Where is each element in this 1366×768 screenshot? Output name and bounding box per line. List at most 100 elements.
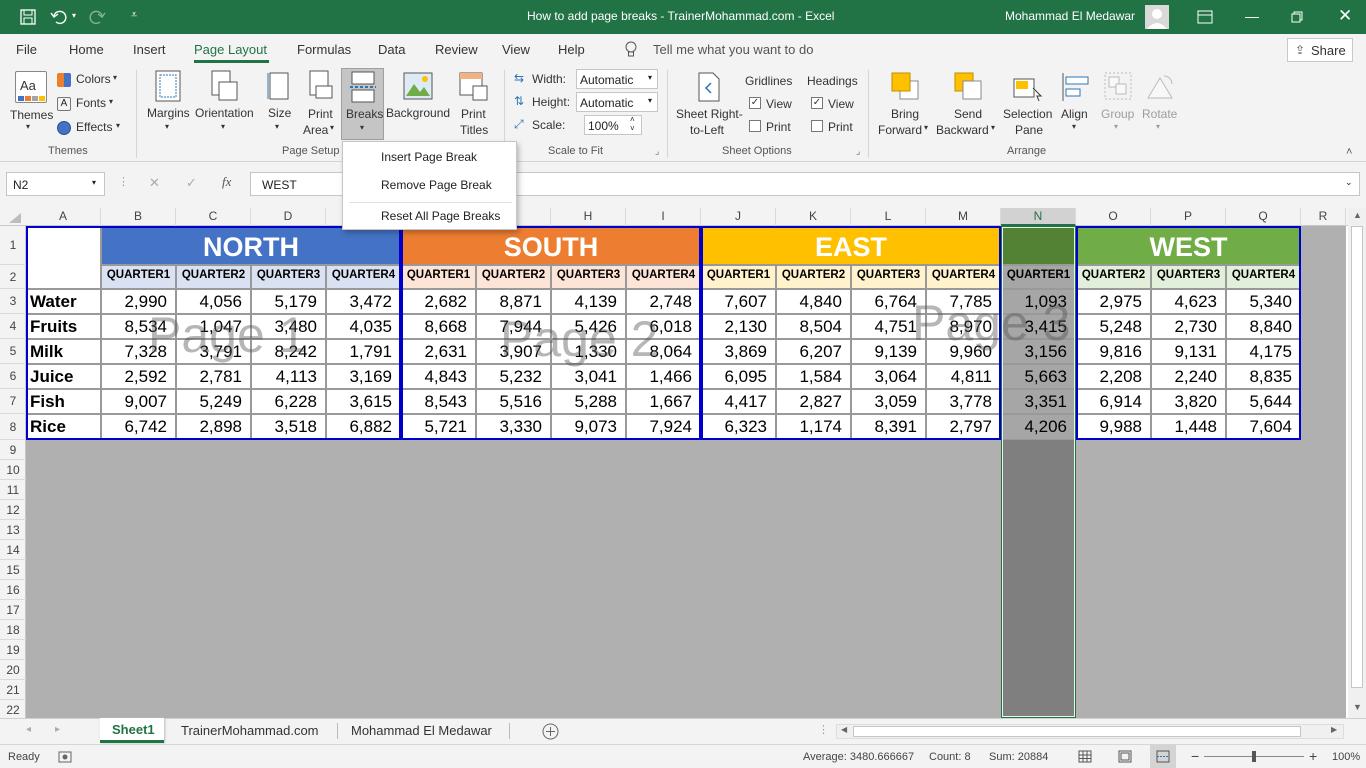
product-label[interactable]: Fish (26, 389, 101, 414)
row-header-5[interactable]: 5 (0, 339, 26, 364)
quarter-header[interactable]: QUARTER4 (926, 265, 1001, 289)
table-cell[interactable]: 2,240 (1151, 364, 1226, 389)
product-label[interactable]: Juice (26, 364, 101, 389)
column-header-m[interactable]: M (926, 208, 1001, 226)
tell-me-search[interactable]: Tell me what you want to do (653, 42, 813, 57)
table-cell[interactable]: 8,391 (851, 414, 926, 440)
headings-print-checkbox[interactable] (811, 120, 823, 132)
table-cell[interactable]: 4,035 (326, 314, 401, 339)
column-header-b[interactable]: B (101, 208, 176, 226)
row-header-6[interactable]: 6 (0, 364, 26, 389)
table-cell[interactable]: 4,206 (1001, 414, 1076, 440)
column-header-l[interactable]: L (851, 208, 926, 226)
sheet-tab-mohammad-el-medawar[interactable]: Mohammad El Medawar (351, 723, 492, 738)
redo-icon[interactable] (88, 9, 106, 25)
gridlines-view-checkbox[interactable]: ✓ (749, 97, 761, 109)
table-cell[interactable]: 6,228 (251, 389, 326, 414)
product-label[interactable]: Water (26, 289, 101, 314)
column-header-n[interactable]: N (1001, 208, 1076, 226)
sheet-tab-trainermohammad[interactable]: TrainerMohammad.com (181, 723, 319, 738)
width-select[interactable]: Automatic ▾ (576, 69, 658, 89)
ribbon-display-icon[interactable] (1197, 10, 1213, 24)
row-header-11[interactable]: 11 (0, 480, 26, 500)
spin-up-icon[interactable]: ˄ (630, 115, 635, 124)
align-button[interactable]: Align ▾ (1058, 66, 1094, 138)
quarter-header[interactable]: QUARTER2 (476, 265, 551, 289)
quarter-header[interactable]: QUARTER2 (1076, 265, 1151, 289)
row-header-22[interactable]: 22 (0, 700, 26, 720)
avatar[interactable] (1145, 5, 1169, 29)
group-button[interactable]: Group ▾ (1098, 66, 1138, 138)
column-header-p[interactable]: P (1151, 208, 1226, 226)
select-all-icon[interactable] (9, 213, 21, 223)
table-cell[interactable]: 8,543 (401, 389, 476, 414)
tab-help[interactable]: Help (558, 42, 585, 57)
cancel-icon[interactable]: ✕ (149, 175, 160, 191)
save-icon[interactable] (20, 9, 36, 25)
tab-view[interactable]: View (502, 42, 530, 57)
horizontal-scrollbar[interactable]: ◀ ▶ (836, 724, 1344, 739)
table-cell[interactable]: 5,663 (1001, 364, 1076, 389)
tab-file[interactable]: File (16, 42, 37, 57)
undo-icon[interactable] (50, 9, 68, 25)
height-select[interactable]: Automatic ▾ (576, 92, 658, 112)
product-label[interactable]: Milk (26, 339, 101, 364)
tab-home[interactable]: Home (69, 42, 104, 57)
tab-formulas[interactable]: Formulas (297, 42, 351, 57)
table-cell[interactable]: 1,584 (776, 364, 851, 389)
table-cell[interactable]: 5,340 (1226, 289, 1301, 314)
table-cell[interactable]: 3,059 (851, 389, 926, 414)
table-cell[interactable]: 6,323 (701, 414, 776, 440)
table-cell[interactable]: 2,682 (401, 289, 476, 314)
tab-page-layout[interactable]: Page Layout (194, 42, 267, 57)
row-header-16[interactable]: 16 (0, 580, 26, 600)
table-cell[interactable]: 9,816 (1076, 339, 1151, 364)
column-header-c[interactable]: C (176, 208, 251, 226)
table-cell[interactable]: 6,742 (101, 414, 176, 440)
undo-dropdown-icon[interactable]: ▾ (72, 11, 76, 20)
table-cell[interactable]: 4,840 (776, 289, 851, 314)
themes-button[interactable]: Aa Themes ▾ (6, 66, 56, 142)
row-header-2[interactable]: 2 (0, 265, 26, 289)
print-titles-button[interactable]: Print Titles (454, 66, 494, 138)
table-cell[interactable]: 3,330 (476, 414, 551, 440)
row-header-21[interactable]: 21 (0, 680, 26, 700)
table-cell[interactable]: 4,175 (1226, 339, 1301, 364)
prev-sheet-icon[interactable]: ◂ (26, 724, 31, 735)
orientation-button[interactable]: Orientation ▾ (193, 66, 257, 138)
row-header-1[interactable]: 1 (0, 226, 26, 265)
add-sheet-icon[interactable] (542, 723, 559, 740)
table-cell[interactable]: 4,843 (401, 364, 476, 389)
table-cell[interactable]: 2,975 (1076, 289, 1151, 314)
restore-icon[interactable] (1291, 11, 1303, 23)
table-cell[interactable]: 3,169 (326, 364, 401, 389)
scroll-left-icon[interactable]: ◀ (841, 725, 847, 734)
table-cell[interactable]: 5,721 (401, 414, 476, 440)
table-cell[interactable]: 8,668 (401, 314, 476, 339)
scroll-down-icon[interactable]: ▼ (1353, 702, 1362, 712)
product-label[interactable]: Fruits (26, 314, 101, 339)
quarter-header[interactable]: QUARTER4 (626, 265, 701, 289)
table-cell[interactable]: 6,914 (1076, 389, 1151, 414)
row-header-20[interactable]: 20 (0, 660, 26, 680)
reset-all-page-breaks-item[interactable]: Reset All Page Breaks (381, 209, 500, 223)
region-header-west[interactable]: WEST (1076, 226, 1301, 265)
table-cell[interactable]: 3,064 (851, 364, 926, 389)
insert-function-icon[interactable]: fx (222, 174, 231, 190)
table-cell[interactable]: 2,898 (176, 414, 251, 440)
expand-formula-icon[interactable]: ⌄ (1345, 177, 1353, 188)
column-header-k[interactable]: K (776, 208, 851, 226)
table-cell[interactable]: 8,840 (1226, 314, 1301, 339)
customize-toolbar-icon[interactable]: ⩡ (131, 9, 137, 22)
quarter-header[interactable]: QUARTER3 (551, 265, 626, 289)
column-header-h[interactable]: H (551, 208, 626, 226)
table-cell[interactable]: 3,518 (251, 414, 326, 440)
table-cell[interactable]: 2,730 (1151, 314, 1226, 339)
tab-data[interactable]: Data (378, 42, 405, 57)
splitter-icon[interactable]: ⋮ (118, 175, 129, 188)
row-header-4[interactable]: 4 (0, 314, 26, 339)
table-cell[interactable]: 7,604 (1226, 414, 1301, 440)
column-header-r[interactable]: R (1301, 208, 1346, 226)
quarter-header[interactable]: QUARTER1 (101, 265, 176, 289)
user-name[interactable]: Mohammad El Medawar (1005, 9, 1135, 23)
